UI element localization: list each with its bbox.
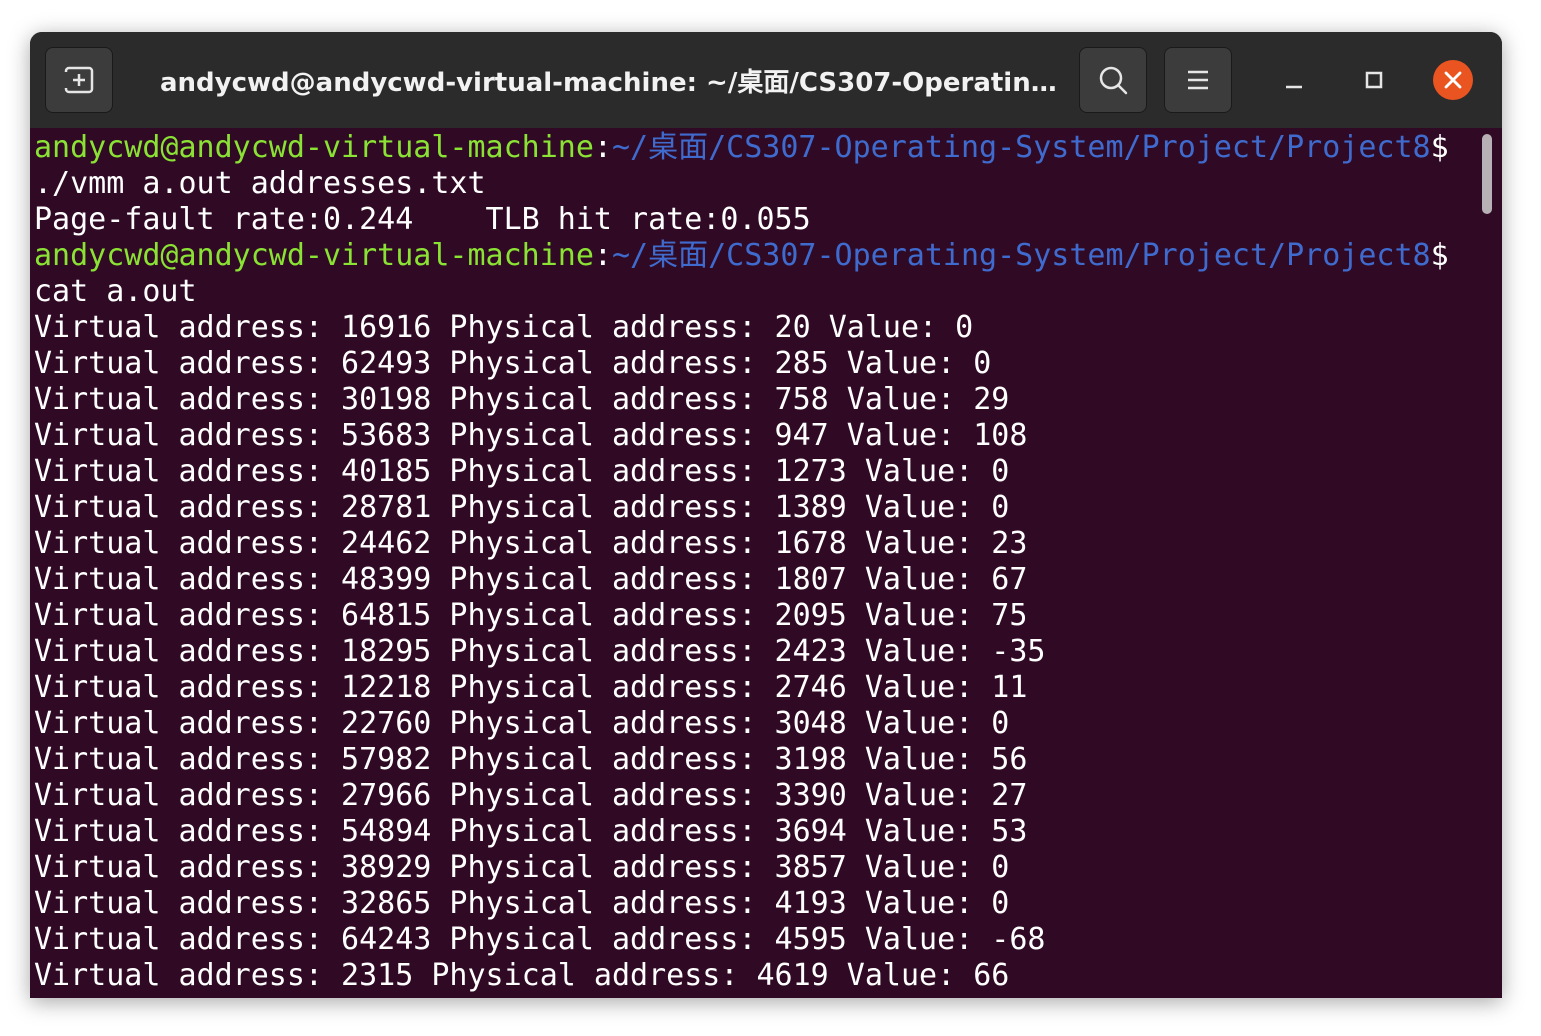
output-line: Virtual address: 18295 Physical address:… [34, 634, 1046, 669]
command-line: cat a.out [34, 274, 197, 309]
output-line: Virtual address: 40185 Physical address:… [34, 454, 1010, 489]
maximize-button[interactable] [1354, 60, 1394, 100]
output-line: Virtual address: 38929 Physical address:… [34, 850, 1010, 885]
prompt-line: andycwd@andycwd-virtual-machine:~/桌面/CS3… [34, 130, 1474, 166]
prompt-separator: : [593, 130, 612, 165]
output-line: Virtual address: 48399 Physical address:… [34, 562, 1028, 597]
new-tab-button[interactable] [45, 47, 113, 113]
terminal-window: andycwd@andycwd-virtual-machine: ~/桌面/CS… [30, 32, 1502, 998]
prompt-symbol: $ [1430, 238, 1449, 273]
output-line: Virtual address: 22760 Physical address:… [34, 706, 1010, 741]
close-button[interactable] [1433, 60, 1473, 100]
output-line: Virtual address: 32865 Physical address:… [34, 886, 1010, 921]
output-line: Virtual address: 12218 Physical address:… [34, 670, 1028, 705]
output-line: Virtual address: 24462 Physical address:… [34, 526, 1028, 561]
terminal-lines: andycwd@andycwd-virtual-machine:~/桌面/CS3… [34, 130, 1474, 994]
hamburger-menu-icon [1188, 70, 1208, 90]
search-icon [1099, 66, 1128, 95]
prompt-user: andycwd@andycwd-virtual-machine [34, 130, 594, 165]
minimize-button[interactable] [1274, 60, 1314, 100]
output-line: Virtual address: 64243 Physical address:… [34, 922, 1046, 957]
maximize-icon [1365, 71, 1383, 89]
output-line: Virtual address: 57982 Physical address:… [34, 742, 1028, 777]
prompt-separator: : [593, 238, 612, 273]
output-line: Virtual address: 64815 Physical address:… [34, 598, 1028, 633]
new-tab-icon [64, 66, 94, 94]
minimize-icon [1286, 85, 1302, 89]
output-line: Virtual address: 2315 Physical address: … [34, 958, 1010, 993]
output-line: Virtual address: 54894 Physical address:… [34, 814, 1028, 849]
terminal-content[interactable]: andycwd@andycwd-virtual-machine:~/桌面/CS3… [30, 128, 1502, 998]
prompt-user: andycwd@andycwd-virtual-machine [34, 238, 594, 273]
prompt-line: andycwd@andycwd-virtual-machine:~/桌面/CS3… [34, 238, 1474, 274]
scrollbar-thumb[interactable] [1482, 134, 1492, 214]
prompt-path: ~/桌面/CS307-Operating-System/Project/Proj… [611, 130, 1431, 165]
prompt-path: ~/桌面/CS307-Operating-System/Project/Proj… [611, 238, 1431, 273]
title-bar[interactable]: andycwd@andycwd-virtual-machine: ~/桌面/CS… [30, 32, 1502, 129]
result-line: Page-fault rate:0.244 TLB hit rate:0.055 [34, 202, 811, 237]
output-line: Virtual address: 16916 Physical address:… [34, 310, 974, 345]
output-line: Virtual address: 27966 Physical address:… [34, 778, 1028, 813]
prompt-symbol: $ [1430, 130, 1449, 165]
output-line: Virtual address: 62493 Physical address:… [34, 346, 992, 381]
menu-button[interactable] [1164, 47, 1232, 113]
command-line: ./vmm a.out addresses.txt [34, 166, 486, 201]
close-icon [1444, 71, 1462, 89]
output-line: Virtual address: 53683 Physical address:… [34, 418, 1028, 453]
output-line: Virtual address: 30198 Physical address:… [34, 382, 1010, 417]
output-line: Virtual address: 28781 Physical address:… [34, 490, 1010, 525]
window-title: andycwd@andycwd-virtual-machine: ~/桌面/CS… [160, 68, 1057, 98]
search-button[interactable] [1079, 47, 1147, 113]
